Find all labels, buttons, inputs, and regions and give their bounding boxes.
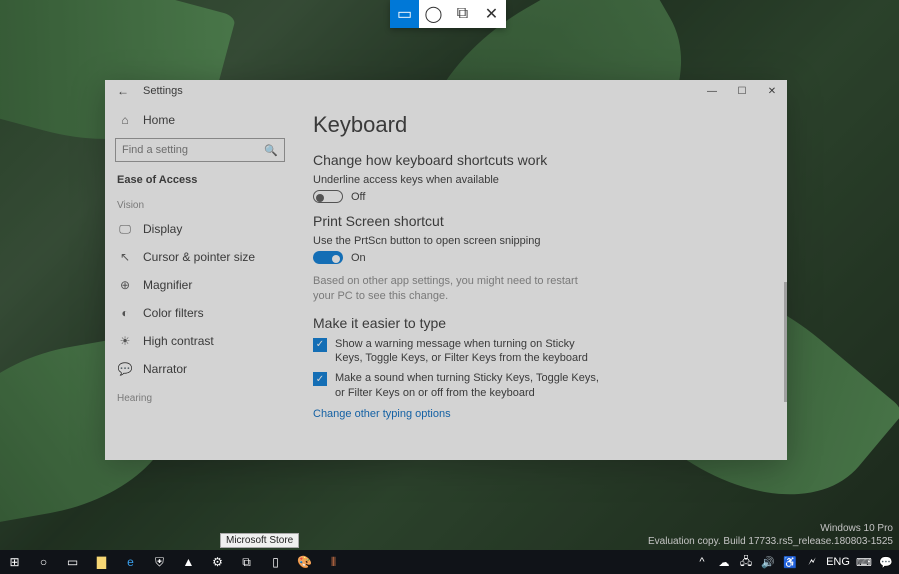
sidebar-item-cursor[interactable]: ↖ Cursor & pointer size	[105, 243, 295, 271]
titlebar: ← Settings — ☐ ✕	[105, 80, 787, 102]
snip-rectangular-icon[interactable]: ▭	[390, 0, 419, 28]
settings-window: ← Settings — ☐ ✕ ⌂ Home Find a setting 🔍…	[105, 80, 787, 460]
tray-power-icon[interactable]: 🗲	[803, 556, 821, 569]
sidebar-item-label: Home	[143, 113, 175, 127]
sidebar-group-hearing: Hearing	[105, 383, 295, 408]
paint-icon[interactable]: 🎨	[290, 550, 319, 574]
section-easier: Make it easier to type	[313, 315, 769, 331]
edge-icon[interactable]: e	[116, 550, 145, 574]
tray-keyboard-icon[interactable]: ⌨	[855, 556, 873, 569]
check-sound-label: Make a sound when turning Sticky Keys, T…	[335, 371, 603, 400]
sidebar-item-label: Color filters	[143, 306, 204, 320]
sidebar-home[interactable]: ⌂ Home	[105, 106, 295, 134]
sidebar-item-magnifier[interactable]: ⊕ Magnifier	[105, 271, 295, 299]
app-icon[interactable]: ⦀	[319, 550, 348, 574]
minimize-button[interactable]: —	[697, 80, 727, 102]
sidebar-item-display[interactable]: 🖵 Display	[105, 215, 295, 243]
system-tray: ^ ☁ 🖧 🔊 ♿ 🗲 ENG ⌨ 💬	[693, 553, 899, 572]
window-title: Settings	[143, 85, 183, 97]
check-sound[interactable]: ✓	[313, 372, 327, 386]
sidebar-category: Ease of Access	[105, 166, 295, 190]
tray-volume-icon[interactable]: 🔊	[759, 556, 777, 569]
prtscn-toggle[interactable]	[313, 251, 343, 264]
display-icon: 🖵	[117, 222, 133, 237]
photos-icon[interactable]: ▲	[174, 550, 203, 574]
underline-label: Underline access keys when available	[313, 174, 769, 186]
maximize-button[interactable]: ☐	[727, 80, 757, 102]
tray-lang[interactable]: ENG	[825, 556, 851, 568]
contrast-icon: ☀	[117, 334, 133, 348]
close-button[interactable]: ✕	[757, 80, 787, 102]
sidebar-item-label: Narrator	[143, 362, 187, 376]
prtscn-note: Based on other app settings, you might n…	[313, 274, 593, 305]
sidebar-item-narrator[interactable]: 💬 Narrator	[105, 355, 295, 383]
security-icon[interactable]: ⛨	[145, 550, 174, 574]
tray-chevron-icon[interactable]: ^	[693, 556, 711, 568]
section-shortcuts: Change how keyboard shortcuts work	[313, 152, 769, 168]
snip-close-icon[interactable]: ✕	[477, 0, 506, 28]
tray-onedrive-icon[interactable]: ☁	[715, 556, 733, 569]
sidebar-item-label: High contrast	[143, 334, 214, 348]
fileexplorer-icon[interactable]: ▇	[87, 550, 116, 574]
taskbar-tooltip: Microsoft Store	[220, 533, 299, 548]
home-icon: ⌂	[117, 113, 133, 127]
sidebar-item-highcontrast[interactable]: ☀ High contrast	[105, 327, 295, 355]
prtscn-state: On	[351, 252, 366, 264]
snip-freeform-icon[interactable]: ◯	[419, 0, 448, 28]
search-input[interactable]: Find a setting 🔍	[115, 138, 285, 162]
taskbar: ⊞ ○ ▭ ▇ e ⛨ ▲ ⚙ ⧉ ▯ 🎨 ⦀ ^ ☁ 🖧 🔊 ♿ 🗲 ENG …	[0, 550, 899, 574]
page-title: Keyboard	[313, 112, 769, 138]
prtscn-label: Use the PrtScn button to open screen sni…	[313, 235, 769, 247]
underline-toggle[interactable]	[313, 190, 343, 203]
phone-icon[interactable]: ▯	[261, 550, 290, 574]
link-other-typing[interactable]: Change other typing options	[313, 408, 769, 420]
tray-ease-icon[interactable]: ♿	[781, 556, 799, 569]
sidebar-item-label: Cursor & pointer size	[143, 250, 255, 264]
narrator-icon: 💬	[117, 362, 133, 376]
cursor-icon: ↖	[117, 250, 133, 264]
snip-toolbar: ▭ ◯ ⧉ ✕	[390, 0, 506, 28]
search-icon: 🔍	[264, 144, 278, 157]
sidebar-item-label: Magnifier	[143, 278, 192, 292]
settings-icon[interactable]: ⚙	[203, 550, 232, 574]
back-button[interactable]: ←	[111, 84, 135, 98]
sidebar-item-colorfilters[interactable]: ◐ Color filters	[105, 299, 295, 327]
scrollbar[interactable]	[784, 282, 787, 402]
taskview-icon[interactable]: ▭	[58, 550, 87, 574]
sidebar-item-label: Display	[143, 222, 182, 236]
desktop-branding: Windows 10 Pro Evaluation copy. Build 17…	[648, 522, 893, 548]
store-icon[interactable]: ⧉	[232, 550, 261, 574]
check-warning-label: Show a warning message when turning on S…	[335, 337, 603, 366]
content-pane: Keyboard Change how keyboard shortcuts w…	[295, 102, 787, 460]
sidebar: ⌂ Home Find a setting 🔍 Ease of Access V…	[105, 102, 295, 460]
tray-notifications-icon[interactable]: 💬	[877, 556, 895, 569]
snip-window-icon[interactable]: ⧉	[448, 0, 477, 28]
magnifier-icon: ⊕	[117, 278, 133, 292]
underline-state: Off	[351, 191, 365, 203]
check-warning[interactable]: ✓	[313, 338, 327, 352]
start-button[interactable]: ⊞	[0, 550, 29, 574]
sidebar-group-vision: Vision	[105, 190, 295, 215]
cortana-icon[interactable]: ○	[29, 550, 58, 574]
section-prtscn: Print Screen shortcut	[313, 213, 769, 229]
search-placeholder: Find a setting	[122, 144, 188, 156]
colorfilter-icon: ◐	[117, 306, 133, 320]
tray-network-icon[interactable]: 🖧	[737, 553, 755, 572]
